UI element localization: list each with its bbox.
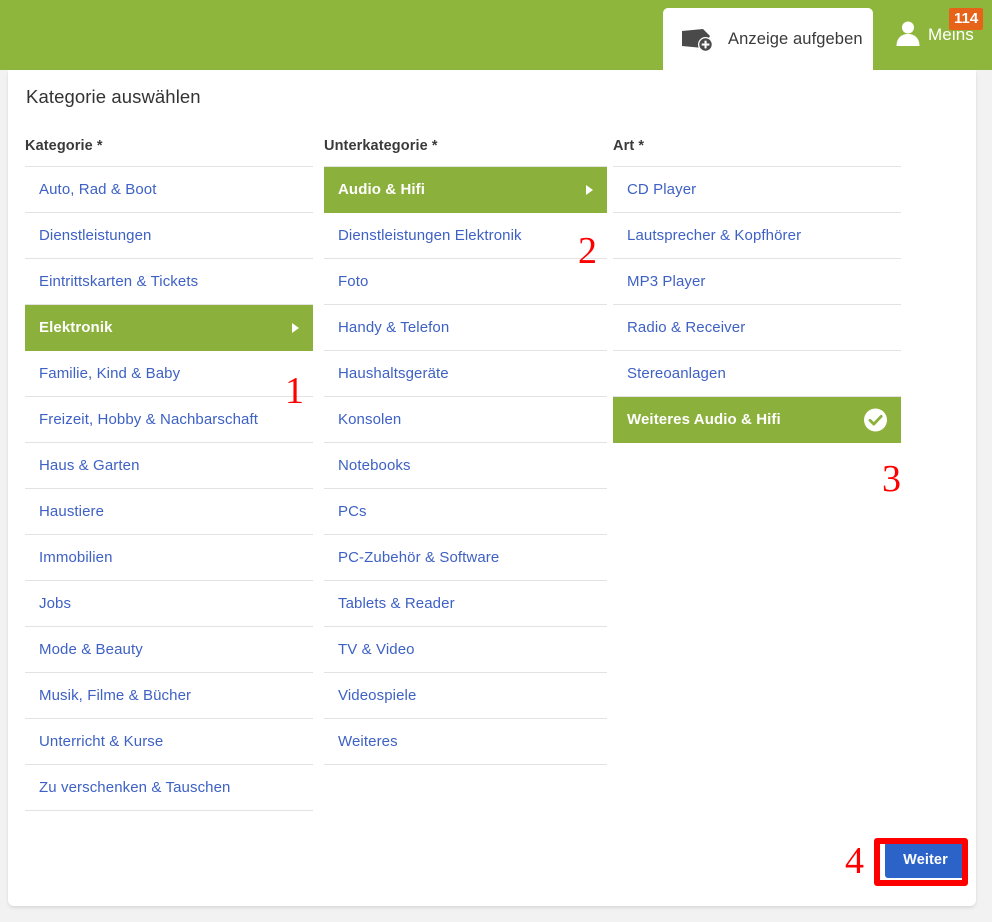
list-item[interactable]: Immobilien: [25, 535, 313, 581]
list-item-label: Konsolen: [338, 411, 402, 428]
list-item-label: Weiteres: [338, 733, 398, 750]
list-item-label: Videospiele: [338, 687, 417, 704]
list-item[interactable]: Foto: [324, 259, 607, 305]
list-item[interactable]: Freizeit, Hobby & Nachbarschaft: [25, 397, 313, 443]
page-title: Kategorie auswählen: [26, 86, 201, 107]
list-item[interactable]: Familie, Kind & Baby: [25, 351, 313, 397]
list-item-selected[interactable]: Audio & Hifi: [324, 167, 607, 213]
list-item-label: Immobilien: [39, 549, 113, 566]
list-item-label: Dienstleistungen: [39, 227, 152, 244]
list-item[interactable]: Haushaltsgeräte: [324, 351, 607, 397]
list-item[interactable]: Radio & Receiver: [613, 305, 901, 351]
list-item-label: Eintrittskarten & Tickets: [39, 273, 199, 290]
list-item-label: Lautsprecher & Kopfhörer: [627, 227, 802, 244]
annotation-step-2: 2: [578, 230, 597, 272]
list-item-label: TV & Video: [338, 641, 415, 658]
column-header-kategorie: Kategorie *: [25, 138, 103, 154]
list-item-label: Notebooks: [338, 457, 411, 474]
list-item-label: Stereoanlagen: [627, 365, 726, 382]
site-header: Anzeige aufgeben Meins 114: [0, 0, 992, 70]
list-item[interactable]: Eintrittskarten & Tickets: [25, 259, 313, 305]
art-column: Art * CD Player Lautsprecher & Kopfhörer…: [613, 138, 901, 443]
post-ad-tab-label: Anzeige aufgeben: [728, 29, 863, 48]
list-item-selected[interactable]: Elektronik: [25, 305, 313, 351]
column-header-unterkategorie: Unterkategorie *: [324, 138, 438, 154]
category-list: Auto, Rad & Boot Dienstleistungen Eintri…: [25, 166, 313, 811]
page-root: Anzeige aufgeben Meins 114 Kategorie aus…: [0, 0, 992, 922]
list-item-label: Handy & Telefon: [338, 319, 450, 336]
subcategory-list: Audio & Hifi Dienstleistungen Elektronik…: [324, 166, 607, 765]
list-item-label: Audio & Hifi: [338, 181, 426, 198]
user-icon: [893, 18, 923, 53]
list-item[interactable]: PCs: [324, 489, 607, 535]
annotation-step-3: 3: [882, 458, 901, 500]
list-item[interactable]: Dienstleistungen Elektronik: [324, 213, 607, 259]
annotation-step-1: 1: [285, 370, 304, 412]
annotation-step-4: 4: [845, 840, 864, 882]
list-item-label: MP3 Player: [627, 273, 706, 290]
list-item[interactable]: Haus & Garten: [25, 443, 313, 489]
list-item-label: Weiteres Audio & Hifi: [627, 411, 781, 428]
list-item[interactable]: TV & Video: [324, 627, 607, 673]
chevron-right-icon: [586, 184, 593, 195]
list-item-label: Elektronik: [39, 319, 113, 336]
list-item[interactable]: Dienstleistungen: [25, 213, 313, 259]
list-item[interactable]: Haustiere: [25, 489, 313, 535]
list-item[interactable]: Jobs: [25, 581, 313, 627]
list-item-label: Musik, Filme & Bücher: [39, 687, 192, 704]
tag-plus-icon: [681, 27, 715, 52]
post-ad-tab[interactable]: Anzeige aufgeben: [663, 8, 873, 70]
list-item-label: Tablets & Reader: [338, 595, 455, 612]
list-item[interactable]: Tablets & Reader: [324, 581, 607, 627]
list-item[interactable]: Handy & Telefon: [324, 305, 607, 351]
subcategory-column: Unterkategorie * Audio & Hifi Dienstleis…: [324, 138, 607, 765]
next-button[interactable]: Weiter: [885, 842, 966, 878]
list-item-label: PCs: [338, 503, 367, 520]
list-item[interactable]: MP3 Player: [613, 259, 901, 305]
list-item[interactable]: Unterricht & Kurse: [25, 719, 313, 765]
list-item-label: Unterricht & Kurse: [39, 733, 164, 750]
list-item-label: Auto, Rad & Boot: [39, 181, 157, 198]
list-item-label: Radio & Receiver: [627, 319, 746, 336]
list-item-selected[interactable]: Weiteres Audio & Hifi: [613, 397, 901, 443]
list-item-label: Zu verschenken & Tauschen: [39, 779, 231, 796]
list-item-label: Mode & Beauty: [39, 641, 143, 658]
list-item-label: Haus & Garten: [39, 457, 140, 474]
list-item-label: CD Player: [627, 181, 697, 198]
list-item[interactable]: CD Player: [613, 167, 901, 213]
list-item[interactable]: Auto, Rad & Boot: [25, 167, 313, 213]
mine-notification-badge[interactable]: 114: [949, 8, 984, 30]
list-item[interactable]: Konsolen: [324, 397, 607, 443]
list-item-label: Dienstleistungen Elektronik: [338, 227, 522, 244]
list-item[interactable]: Musik, Filme & Bücher: [25, 673, 313, 719]
chevron-right-icon: [292, 322, 299, 333]
list-item[interactable]: Notebooks: [324, 443, 607, 489]
list-item-label: PC-Zubehör & Software: [338, 549, 500, 566]
list-item-label: Freizeit, Hobby & Nachbarschaft: [39, 411, 259, 428]
art-list: CD Player Lautsprecher & Kopfhörer MP3 P…: [613, 166, 901, 443]
list-item-label: Haustiere: [39, 503, 105, 520]
check-circle-icon: [864, 408, 887, 431]
category-selection-card: Kategorie auswählen Kategorie * Auto, Ra…: [8, 70, 976, 906]
list-item[interactable]: Lautsprecher & Kopfhörer: [613, 213, 901, 259]
category-column: Kategorie * Auto, Rad & Boot Dienstleist…: [25, 138, 313, 811]
column-header-art: Art *: [613, 138, 645, 154]
list-item[interactable]: PC-Zubehör & Software: [324, 535, 607, 581]
list-item[interactable]: Mode & Beauty: [25, 627, 313, 673]
list-item[interactable]: Zu verschenken & Tauschen: [25, 765, 313, 811]
list-item-label: Jobs: [39, 595, 72, 612]
mine-area[interactable]: Meins 114: [893, 0, 984, 70]
list-item[interactable]: Stereoanlagen: [613, 351, 901, 397]
list-item-label: Haushaltsgeräte: [338, 365, 449, 382]
list-item-label: Familie, Kind & Baby: [39, 365, 181, 382]
list-item[interactable]: Weiteres: [324, 719, 607, 765]
list-item[interactable]: Videospiele: [324, 673, 607, 719]
list-item-label: Foto: [338, 273, 369, 290]
